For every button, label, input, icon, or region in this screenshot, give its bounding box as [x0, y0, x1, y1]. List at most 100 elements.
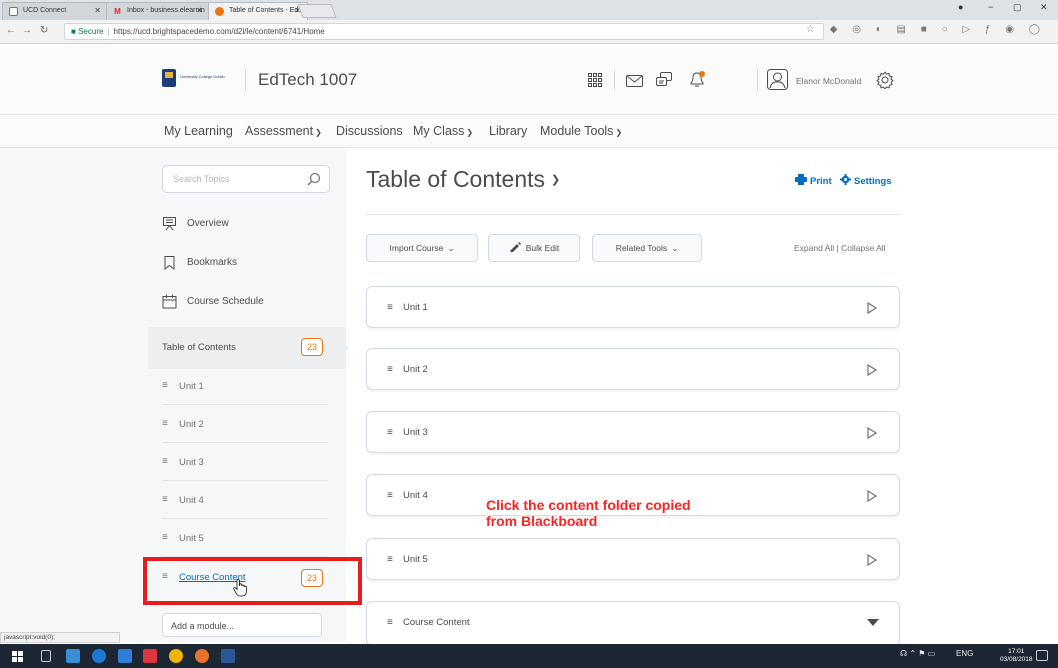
expand-arrow-icon[interactable]	[867, 554, 877, 566]
chevron-down-icon[interactable]: ❯	[551, 174, 560, 186]
sidebar-unit-3[interactable]: ≡ Unit 3	[162, 443, 328, 481]
unit-title[interactable]: Unit 5	[403, 554, 428, 565]
import-course-button[interactable]: Import Course ⌄	[366, 234, 478, 262]
forward-icon[interactable]: →	[22, 25, 32, 36]
windows-start-icon[interactable]	[12, 651, 23, 662]
page-title[interactable]: Table of Contents ❯	[366, 166, 560, 193]
unit-card-1[interactable]: ≡ Unit 1	[366, 286, 900, 328]
tray-icons[interactable]: ☊ ⌃ ⚑ ▭	[900, 649, 935, 658]
expand-arrow-icon[interactable]	[867, 364, 877, 376]
profile-icon[interactable]: ●	[958, 2, 963, 12]
nav-my-class[interactable]: My Class ❯	[413, 124, 473, 138]
gear-icon	[840, 174, 851, 185]
minimize-icon[interactable]: −	[988, 2, 993, 12]
collapse-all-link[interactable]: Collapse All	[841, 243, 885, 253]
language-indicator[interactable]: ENG	[956, 649, 973, 658]
close-icon[interactable]: ✕	[196, 3, 203, 19]
word-icon[interactable]	[221, 649, 235, 663]
bell-icon[interactable]	[688, 70, 706, 88]
nav-label: Discussions	[336, 124, 403, 138]
add-module-input[interactable]: Add a module...	[162, 613, 322, 637]
maximize-icon[interactable]: ▢	[1013, 2, 1022, 13]
annotation-line: from Blackboard	[486, 513, 598, 529]
expand-arrow-icon[interactable]	[867, 302, 877, 314]
crest-icon	[162, 69, 176, 87]
tab-ucd-connect[interactable]: UCD Connect ✕	[2, 2, 108, 20]
hamburger-icon: ≡	[387, 554, 393, 565]
unit-title[interactable]: Unit 1	[403, 302, 428, 313]
nav-discussions[interactable]: Discussions	[336, 124, 403, 138]
task-view-icon[interactable]	[41, 650, 51, 662]
firefox-icon[interactable]	[195, 649, 209, 663]
hamburger-icon: ≡	[162, 532, 168, 543]
sidebar-unit-label: Unit 1	[179, 381, 204, 392]
search-placeholder: Search Topics	[173, 174, 230, 184]
print-icon	[795, 174, 807, 185]
apps-grid-icon[interactable]	[588, 73, 602, 87]
unit-title[interactable]: Unit 2	[403, 364, 428, 375]
chat-icon[interactable]	[656, 72, 672, 88]
unit-card-5[interactable]: ≡ Unit 5	[366, 538, 900, 580]
mail-icon[interactable]	[626, 75, 643, 87]
annotation-callout: Click the content folder copied from Bla…	[486, 497, 691, 529]
sidebar-link-label: Bookmarks	[187, 257, 238, 268]
chrome-icon[interactable]	[169, 649, 183, 663]
media-app-icon[interactable]	[143, 649, 157, 663]
clock-time: 17:01	[1008, 648, 1025, 655]
back-icon[interactable]: ←	[6, 25, 16, 36]
collapse-arrow-icon[interactable]	[867, 619, 879, 627]
unit-card-2[interactable]: ≡ Unit 2	[366, 348, 900, 390]
settings-button[interactable]: Settings	[840, 174, 891, 187]
unit-title[interactable]: Unit 3	[403, 427, 428, 438]
overview-icon	[163, 217, 176, 231]
nav-assessment[interactable]: Assessment ❯	[245, 124, 322, 138]
gear-icon[interactable]	[876, 71, 894, 89]
settings-label: Settings	[854, 176, 892, 187]
selected-arrow-icon	[339, 338, 349, 358]
store-icon[interactable]	[118, 649, 132, 663]
expand-arrow-icon[interactable]	[867, 490, 877, 502]
sidebar-unit-1[interactable]: ≡ Unit 1	[162, 367, 328, 405]
hamburger-icon: ≡	[162, 456, 168, 467]
expand-arrow-icon[interactable]	[867, 427, 877, 439]
close-icon[interactable]: ✕	[94, 3, 101, 19]
search-icon[interactable]	[307, 172, 321, 186]
notifications-icon[interactable]	[1036, 650, 1048, 661]
sidebar-unit-2[interactable]: ≡ Unit 2	[162, 405, 328, 443]
url-separator: |	[107, 27, 110, 36]
unit-card-3[interactable]: ≡ Unit 3	[366, 411, 900, 453]
url-input[interactable]: ■ Secure | https://ucd.brightspacedemo.com…	[64, 23, 824, 40]
desktop-app-icon[interactable]	[66, 649, 80, 663]
unit-title[interactable]: Course Content	[403, 617, 470, 628]
chevron-down-icon: ❯	[615, 128, 623, 137]
unit-card-course-content[interactable]: ≡ Course Content	[366, 601, 900, 646]
reload-icon[interactable]: ↻	[40, 25, 48, 36]
sidebar-unit-4[interactable]: ≡ Unit 4	[162, 481, 328, 519]
nav-label: My Learning	[164, 124, 233, 138]
extension-icons[interactable]: ☆ ◆ ◎ ◐ ▤ ■ ○ ▷ ƒ ◉ ◯ ⋮	[806, 24, 1058, 35]
expand-all-link[interactable]: Expand All	[794, 243, 834, 253]
bulk-edit-button[interactable]: Bulk Edit	[488, 234, 580, 262]
hamburger-icon: ≡	[162, 494, 168, 505]
sidebar-unit-5[interactable]: ≡ Unit 5	[162, 519, 328, 557]
course-title[interactable]: EdTech 1007	[258, 70, 357, 90]
page-title-text: Table of Contents	[366, 166, 546, 192]
related-tools-button[interactable]: Related Tools ⌄	[592, 234, 702, 262]
unit-title[interactable]: Unit 4	[403, 490, 428, 501]
nav-my-learning[interactable]: My Learning	[164, 124, 233, 138]
nav-library[interactable]: Library	[489, 124, 527, 138]
avatar-icon[interactable]	[767, 69, 788, 90]
print-button[interactable]: Print	[795, 174, 832, 187]
university-logo[interactable]: University College Dublin	[162, 69, 238, 87]
window-close-icon[interactable]: ✕	[1040, 2, 1048, 13]
nav-module-tools[interactable]: Module Tools ❯	[540, 124, 622, 138]
new-tab-button[interactable]	[297, 4, 337, 18]
hamburger-icon: ≡	[162, 380, 168, 391]
search-input[interactable]: Search Topics	[162, 165, 330, 193]
user-name[interactable]: Elanor McDonald	[796, 76, 861, 86]
edge-icon[interactable]	[92, 649, 106, 663]
tab-table-of-contents[interactable]: Table of Contents - EdTe ✕	[208, 2, 308, 20]
clock[interactable]: 17:01 03/08/2018	[1000, 648, 1033, 664]
tab-inbox[interactable]: M Inbox - business.elearnin ✕	[106, 2, 210, 20]
hamburger-icon: ≡	[387, 617, 393, 628]
